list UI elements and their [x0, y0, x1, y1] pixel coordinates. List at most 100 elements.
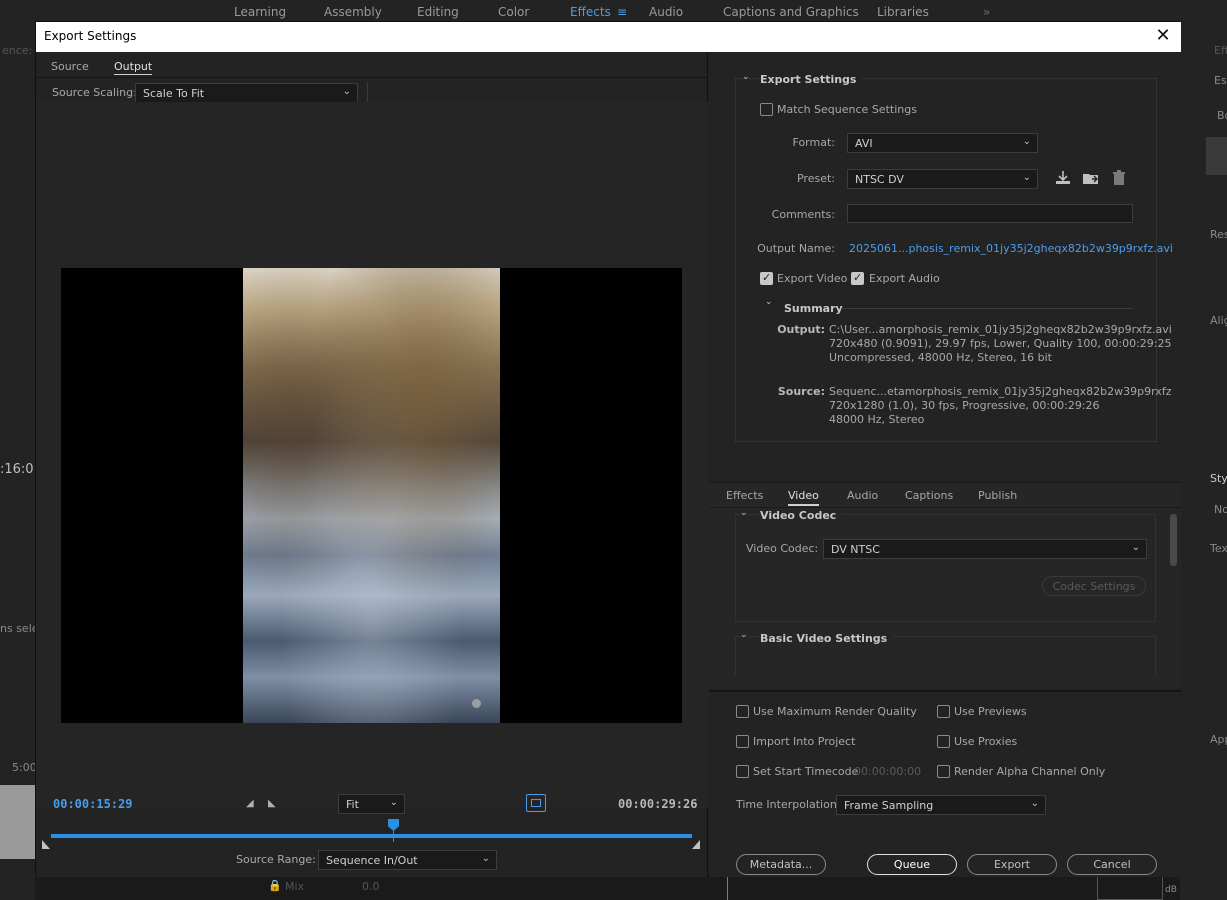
- video-codec-section: [735, 514, 1156, 622]
- preset-dropdown[interactable]: NTSC DV ⌄: [847, 169, 1038, 189]
- tab-audio[interactable]: Audio: [847, 489, 878, 502]
- bg-text-label: Tex: [1210, 542, 1227, 555]
- aspect-toggle-icon[interactable]: [526, 794, 546, 812]
- format-value: AVI: [855, 137, 873, 150]
- import-into-project-label: Import Into Project: [753, 735, 856, 748]
- bg-eye-rows: [1206, 137, 1227, 175]
- use-previews-label: Use Previews: [954, 705, 1027, 718]
- current-timecode[interactable]: 00:00:15:29: [53, 797, 132, 811]
- export-video-checkbox[interactable]: [760, 271, 773, 285]
- source-range-dropdown[interactable]: Sequence In/Out ⌄: [318, 850, 497, 870]
- bg-styles-label: Sty: [1210, 472, 1227, 485]
- start-timecode-field: 00:00:00:00: [854, 765, 922, 778]
- cancel-button[interactable]: Cancel: [1067, 854, 1157, 875]
- export-video-label: Export Video: [777, 272, 848, 285]
- source-scaling-label: Source Scaling:: [52, 86, 137, 99]
- workspace-tab-effects[interactable]: Effects: [570, 5, 611, 19]
- background-timeline-strip: 🔒 Mix 0.0 dB: [35, 876, 1180, 900]
- save-preset-icon[interactable]: [1054, 170, 1072, 186]
- codec-settings-button[interactable]: Codec Settings: [1042, 576, 1146, 596]
- mark-in-icon[interactable]: ◢: [246, 799, 256, 809]
- bg-align-label: Alig: [1210, 314, 1227, 327]
- chevron-down-icon: ⌄: [389, 797, 398, 808]
- summary-source-line: 720x1280 (1.0), 30 fps, Progressive, 00:…: [829, 399, 1100, 412]
- summary-source-label: Source:: [777, 385, 825, 398]
- workspace-tab-assembly[interactable]: Assembly: [324, 5, 382, 19]
- range-end-handle[interactable]: [692, 840, 700, 849]
- video-codec-value: DV NTSC: [831, 543, 880, 556]
- source-range-value: Sequence In/Out: [326, 854, 418, 867]
- collapse-chevron-icon[interactable]: ⌄: [740, 508, 748, 518]
- workspace-tab-learning[interactable]: Learning: [234, 5, 286, 19]
- output-name-link[interactable]: 2025061...phosis_remix_01jy35j2gheqx82b2…: [849, 242, 1173, 255]
- queue-button[interactable]: Queue: [867, 854, 957, 875]
- tab-effects[interactable]: Effects: [726, 489, 763, 502]
- use-previews-checkbox[interactable]: [937, 705, 950, 718]
- tab-output[interactable]: Output: [114, 60, 153, 75]
- preview-area: [36, 102, 708, 808]
- format-dropdown[interactable]: AVI ⌄: [847, 133, 1038, 153]
- comments-input[interactable]: [847, 204, 1133, 223]
- set-start-timecode-label: Set Start Timecode: [753, 765, 859, 778]
- bg-none-label: No: [1214, 503, 1227, 516]
- dialog-titlebar[interactable]: Export Settings ✕: [36, 22, 1181, 52]
- tab-video[interactable]: Video: [788, 489, 819, 506]
- collapse-chevron-icon[interactable]: ⌄: [765, 297, 773, 307]
- max-render-quality-checkbox[interactable]: [736, 705, 749, 718]
- chevron-down-icon: ⌄: [481, 853, 490, 864]
- summary-source-line: 48000 Hz, Stereo: [829, 413, 925, 426]
- set-start-timecode-checkbox[interactable]: [736, 765, 749, 778]
- metadata-button[interactable]: Metadata...: [736, 854, 826, 875]
- preset-label: Preset:: [796, 172, 835, 185]
- import-into-project-checkbox[interactable]: [736, 735, 749, 748]
- bg-selected-label: ns sele: [0, 622, 39, 635]
- bg-clip-thumbnail: [0, 785, 35, 859]
- bg-effects-label: Eff: [1214, 44, 1227, 57]
- source-range-label: Source Range:: [236, 853, 316, 866]
- workspace-tab-color[interactable]: Color: [498, 5, 529, 19]
- lock-icon: 🔒: [268, 879, 282, 892]
- source-scaling-value: Scale To Fit: [143, 87, 205, 100]
- bg-playhead-line: [727, 876, 728, 900]
- tab-captions[interactable]: Captions: [905, 489, 953, 502]
- bg-mix-label: Mix: [285, 880, 305, 893]
- mark-out-icon[interactable]: ◣: [268, 799, 278, 809]
- collapse-chevron-icon[interactable]: ⌄: [742, 72, 750, 82]
- tab-source[interactable]: Source: [51, 60, 89, 73]
- video-preview-image: [243, 268, 500, 723]
- summary-source-line: Sequenc...etamorphosis_remix_01jy35j2ghe…: [829, 385, 1172, 398]
- video-codec-dropdown[interactable]: DV NTSC ⌄: [823, 539, 1147, 559]
- tab-publish[interactable]: Publish: [978, 489, 1017, 502]
- close-icon[interactable]: ✕: [1151, 25, 1175, 49]
- source-scaling-dropdown[interactable]: Scale To Fit ⌄: [135, 83, 358, 103]
- bg-db-label: dB: [1165, 885, 1177, 895]
- workspace-tab-libraries[interactable]: Libraries: [877, 5, 929, 19]
- time-interpolation-dropdown[interactable]: Frame Sampling ⌄: [836, 795, 1046, 815]
- export-audio-checkbox[interactable]: [851, 271, 864, 285]
- match-sequence-checkbox[interactable]: [760, 103, 773, 116]
- workspace-tab-editing[interactable]: Editing: [417, 5, 459, 19]
- settings-scrollbar[interactable]: [1170, 514, 1177, 566]
- use-proxies-label: Use Proxies: [954, 735, 1018, 748]
- export-button[interactable]: Export: [967, 854, 1057, 875]
- range-start-handle[interactable]: [42, 840, 50, 849]
- zoom-value: Fit: [346, 798, 359, 811]
- match-sequence-label: Match Sequence Settings: [777, 103, 917, 116]
- workspace-tab-audio[interactable]: Audio: [649, 5, 683, 19]
- preview-pane: Source Output Source Scaling: Scale To F…: [36, 52, 708, 877]
- video-settings-scroll-area[interactable]: ⌄ Video Codec Video Codec: DV NTSC ⌄ Cod…: [709, 508, 1181, 688]
- format-label: Format:: [792, 136, 835, 149]
- workspace-menu-icon[interactable]: ≡: [617, 5, 627, 19]
- more-workspaces-icon[interactable]: »: [983, 5, 990, 19]
- workspace-tab-captions-graphics[interactable]: Captions and Graphics: [723, 5, 859, 19]
- bg-audio-meter: [1097, 876, 1163, 900]
- zoom-dropdown[interactable]: Fit ⌄: [338, 794, 405, 814]
- render-alpha-checkbox[interactable]: [937, 765, 950, 778]
- workspace-bar: Learning Assembly Editing Color Effects …: [0, 0, 1227, 22]
- collapse-chevron-icon[interactable]: ⌄: [740, 630, 748, 640]
- export-audio-label: Export Audio: [869, 272, 940, 285]
- scrub-bar[interactable]: [51, 834, 692, 838]
- use-proxies-checkbox[interactable]: [937, 735, 950, 748]
- import-preset-icon[interactable]: [1082, 170, 1100, 186]
- delete-preset-icon[interactable]: [1110, 170, 1128, 186]
